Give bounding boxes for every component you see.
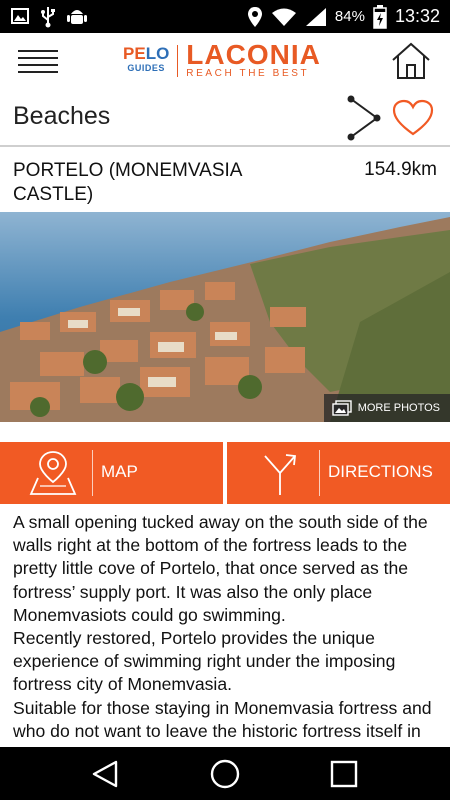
usb-icon <box>41 7 55 28</box>
pelo-guides-logo: PELO GUIDES <box>123 45 169 76</box>
heart-outline-icon[interactable] <box>392 99 434 137</box>
place-header: PORTELO (MONEMVASIA CASTLE) 154.9km <box>0 149 450 211</box>
map-button[interactable]: MAP <box>0 442 223 504</box>
section-title: Beaches <box>13 102 111 130</box>
location-icon <box>247 6 262 27</box>
place-description: A small opening tucked away on the south… <box>13 511 438 747</box>
home-nav-icon[interactable] <box>209 758 241 790</box>
home-icon[interactable] <box>390 41 432 81</box>
directions-button[interactable]: DIRECTIONS <box>227 442 450 504</box>
description-paragraph: A small opening tucked away on the south… <box>13 512 428 625</box>
hamburger-icon[interactable] <box>18 45 58 77</box>
directions-button-divider <box>319 450 320 496</box>
android-debug-icon <box>67 10 87 24</box>
image-icon <box>11 8 29 24</box>
map-button-label: MAP <box>101 462 138 481</box>
logo-laconia: LACONIA REACH THE BEST <box>186 39 321 80</box>
logo-name: LACONIA <box>186 39 321 70</box>
recents-icon[interactable] <box>329 759 359 789</box>
place-photo-image <box>0 212 450 422</box>
directions-button-label: DIRECTIONS <box>328 462 433 481</box>
back-icon[interactable] <box>90 759 120 789</box>
place-distance: 154.9km <box>364 159 437 180</box>
app-logo: PELO GUIDES LACONIA REACH THE BEST <box>123 41 321 81</box>
wifi-icon <box>271 8 296 26</box>
status-bar-notifications <box>10 6 88 28</box>
photos-icon <box>331 400 352 416</box>
share-icon[interactable] <box>345 95 383 141</box>
logo-tagline: REACH THE BEST <box>186 68 310 79</box>
place-photo[interactable]: MORE PHOTOS <box>0 212 450 422</box>
battery-percent: 84% <box>334 8 365 25</box>
status-bar: 84% 13:32 <box>0 0 450 33</box>
more-photos-label: MORE PHOTOS <box>357 402 440 414</box>
signal-icon <box>305 7 326 26</box>
logo-guides: GUIDES <box>127 63 165 73</box>
place-name: PORTELO (MONEMVASIA CASTLE) <box>13 160 242 205</box>
directions-fork-icon <box>264 454 296 495</box>
app-bar: PELO GUIDES LACONIA REACH THE BEST <box>0 33 450 89</box>
action-buttons: MAP DIRECTIONS <box>0 442 450 504</box>
clock: 13:32 <box>394 6 440 26</box>
logo-separator <box>177 45 179 77</box>
map-button-divider <box>92 450 93 496</box>
map-pin-icon <box>29 451 77 495</box>
battery-charging-icon <box>373 4 387 29</box>
section-header: Beaches <box>0 89 450 147</box>
system-nav-bar <box>0 747 450 800</box>
description-paragraph: Suitable for those staying in Monemvasia… <box>13 697 432 747</box>
status-bar-system: 84% 13:32 <box>247 0 440 33</box>
more-photos-button[interactable]: MORE PHOTOS <box>323 394 450 422</box>
description-paragraph: Recently restored, Portelo provides the … <box>13 628 396 695</box>
